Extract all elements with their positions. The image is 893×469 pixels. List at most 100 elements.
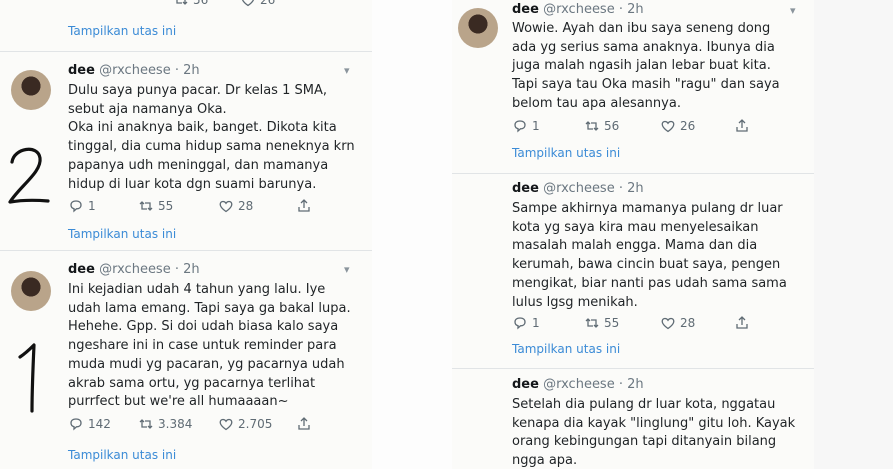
retweet-button[interactable]: 3.384 [138, 416, 192, 432]
reply-button[interactable]: 1 [512, 118, 540, 134]
tweet-line: juga malah ngasih jalan lebar buat kita. [512, 58, 771, 74]
show-thread-link[interactable]: Tampilkan utas ini [512, 342, 620, 356]
tweet-line: Hehehe. Gpp. Si doi udah biasa kalo saya [68, 319, 339, 335]
tweet-line: kenapa dia kayak "linglung" gitu loh. Ka… [512, 415, 796, 431]
retweet-icon [585, 318, 599, 328]
tweet[interactable]: dee @rxcheese · 2h Sampe akhirnya mamany… [452, 174, 814, 368]
share-icon [736, 316, 748, 329]
tweet-line: Ini kejadian udah 4 tahun yang lalu. Iye [68, 282, 326, 297]
heart-icon [219, 418, 233, 431]
tweet-line: orang kebingungan tapi ditanyain bilang [512, 434, 777, 450]
heart-icon [241, 0, 255, 7]
reply-button[interactable]: 142 [68, 416, 111, 432]
chevron-down-icon[interactable]: ▾ [790, 4, 796, 17]
share-button[interactable] [734, 315, 750, 331]
avatar[interactable] [11, 271, 51, 311]
display-name[interactable]: dee [512, 377, 539, 392]
tweet-header: dee @rxcheese · 2h [512, 2, 644, 17]
avatar[interactable] [11, 70, 51, 110]
tweet-line: tinggal, dia cuma hidup sama neneknya kr… [68, 139, 355, 155]
display-name[interactable]: dee [68, 262, 95, 277]
tweet-line: Oka ini anaknya baik, banget. Dikota kit… [68, 120, 337, 136]
tweet-line: muda mudi yg pacaran, yg pacarnya udah [68, 356, 345, 372]
display-name[interactable]: dee [512, 2, 539, 17]
share-button[interactable] [296, 198, 312, 214]
retweet-button[interactable]: 55 [584, 315, 619, 331]
reply-count: 1 [532, 119, 540, 133]
tweet-line: Wowie. Ayah dan ibu saya seneng dong [512, 21, 771, 36]
reply-icon [70, 200, 82, 213]
tweet-actions: 56 26 [68, 0, 358, 10]
retweet-button[interactable]: 56 [173, 0, 208, 8]
retweet-count: 55 [604, 316, 620, 330]
tweet[interactable]: dee @rxcheese · 2h ▾ Ini kejadian udah 4… [0, 251, 372, 469]
like-button[interactable]: 26 [660, 118, 695, 134]
display-name[interactable]: dee [68, 63, 95, 78]
like-button[interactable]: 2.705 [218, 416, 272, 432]
reply-button[interactable]: 1 [68, 198, 96, 214]
tweet-text: Setelah dia pulang dr luar kota, nggatau… [512, 396, 795, 469]
share-button[interactable] [296, 416, 312, 432]
share-icon [298, 199, 310, 212]
tweet-line: Sampe akhirnya mamanya pulang dr luar [512, 201, 783, 216]
tweet-actions: 1 55 28 [512, 315, 802, 333]
tweet-line: hidup di luar kota dgn suami barunya. [68, 176, 317, 192]
retweet-count: 56 [193, 0, 209, 7]
handwritten-number-1 [18, 343, 36, 413]
like-button[interactable]: 26 [240, 0, 275, 8]
left-screenshot-column: 56 26 Tampilkan utas ini dee @rxcheese ·… [0, 0, 372, 469]
like-button[interactable]: 28 [218, 198, 253, 214]
tweet-line: Tapi saya tau Oka masih "ragu" dan saya [512, 77, 780, 93]
tweet-line: masalah malah engga. Mama dan dia [512, 238, 758, 254]
tweet-actions: 1 56 26 [512, 118, 802, 136]
handle-time: @rxcheese · 2h [99, 262, 200, 277]
retweet-icon [176, 0, 188, 5]
tweet-line: ngga apa. [512, 453, 578, 469]
retweet-button[interactable]: 55 [138, 198, 173, 214]
share-icon [298, 417, 310, 430]
retweet-count: 3.384 [158, 417, 193, 431]
handle-time: @rxcheese · 2h [543, 377, 644, 392]
like-button[interactable]: 28 [660, 315, 695, 331]
tweet-text: Wowie. Ayah dan ibu saya seneng dong ada… [512, 20, 780, 114]
show-thread-link[interactable]: Tampilkan utas ini [512, 146, 620, 160]
tweet[interactable]: dee @rxcheese · 2h Setelah dia pulang dr… [452, 369, 814, 469]
tweet-line: Dulu saya punya pacar. Dr kelas 1 SMA, [68, 83, 327, 98]
show-thread-link[interactable]: Tampilkan utas ini [68, 227, 176, 241]
tweet[interactable]: dee @rxcheese · 2h ▾ Dulu saya punya pac… [0, 52, 372, 248]
tweet-line: ngeshare ini in case untuk reminder para [68, 338, 337, 354]
tweet-line: papanya udh meninggal, dan mamanya [68, 157, 329, 173]
tweet-line: udah lama emang. Tapi saya ga bakal lupa… [68, 300, 351, 316]
tweet-line: belom tau apa alesannya. [512, 95, 681, 111]
heart-icon [661, 317, 675, 330]
tweet-header: dee @rxcheese · 2h [68, 262, 200, 277]
heart-icon [219, 200, 233, 213]
tweet-line: kerumah, bawa cincin buat saya, pengen [512, 257, 781, 273]
retweet-icon [139, 201, 153, 211]
tweet-line: sebut aja namanya Oka. [68, 101, 227, 117]
right-screenshot-column: dee @rxcheese · 2h ▾ Wowie. Ayah dan ibu… [452, 0, 814, 469]
retweet-icon [139, 419, 153, 429]
retweet-icon [585, 121, 599, 131]
tweet-actions: 142 3.384 2.705 [68, 416, 358, 434]
tweet-line: akrab sama ortu, yg pacarnya terlihat [68, 375, 316, 391]
share-icon [736, 119, 748, 132]
reply-button[interactable]: 1 [512, 315, 540, 331]
show-thread-link[interactable]: Tampilkan utas ini [68, 24, 176, 38]
avatar[interactable] [458, 8, 498, 48]
like-count: 28 [680, 316, 696, 330]
heart-icon [661, 120, 675, 133]
display-name[interactable]: dee [512, 181, 539, 196]
chevron-down-icon[interactable]: ▾ [344, 263, 350, 276]
tweet-header: dee @rxcheese · 2h [512, 181, 644, 196]
show-thread-link[interactable]: Tampilkan utas ini [68, 448, 176, 462]
tweet-line: mengikat, biar nanti pas udah sama sama [512, 275, 787, 291]
tweet-text: Dulu saya punya pacar. Dr kelas 1 SMA, s… [68, 82, 355, 194]
tweet[interactable]: dee @rxcheese · 2h ▾ Wowie. Ayah dan ibu… [452, 0, 814, 172]
handle-time: @rxcheese · 2h [543, 2, 644, 17]
like-count: 2.705 [238, 417, 273, 431]
reply-count: 1 [532, 316, 540, 330]
chevron-down-icon[interactable]: ▾ [344, 64, 350, 77]
share-button[interactable] [734, 118, 750, 134]
retweet-button[interactable]: 56 [584, 118, 619, 134]
